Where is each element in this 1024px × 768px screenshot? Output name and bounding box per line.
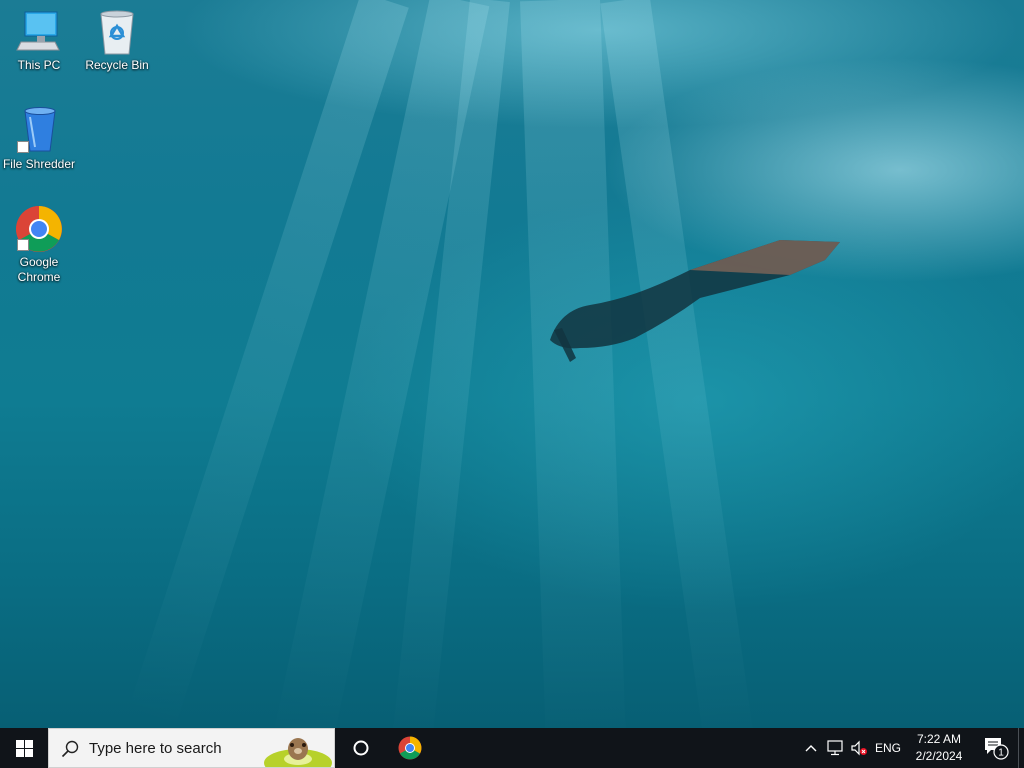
this-pc-icon <box>15 8 63 56</box>
desktop-icon-label: Recycle Bin <box>85 58 149 72</box>
tray-overflow-button[interactable] <box>800 728 822 768</box>
taskbar: Type here to search ENG 7:22 AM 2/2/2024… <box>0 728 1024 768</box>
desktop-icon-label: Google Chrome <box>17 255 61 284</box>
action-center-button[interactable]: 1 <box>976 728 1016 768</box>
chrome-icon <box>15 205 63 253</box>
network-icon <box>827 740 843 756</box>
desktop-icon-file-shredder[interactable]: File Shredder <box>1 107 77 172</box>
language-indicator[interactable]: ENG <box>872 728 904 768</box>
taskbar-search-box[interactable]: Type here to search <box>48 728 335 768</box>
desktop-icon-label: File Shredder <box>2 157 76 171</box>
windows-logo-icon <box>15 739 33 757</box>
shortcut-arrow-icon <box>17 141 29 153</box>
desktop-wallpaper: This PC Recycle Bin File Shredder Google… <box>0 0 1024 728</box>
notification-icon: 1 <box>985 738 1009 760</box>
shortcut-arrow-icon <box>17 239 29 251</box>
show-desktop-button[interactable] <box>1018 728 1024 768</box>
desktop-icon-this-pc[interactable]: This PC <box>1 8 77 73</box>
recycle-bin-icon <box>93 8 141 56</box>
desktop-icon-recycle-bin[interactable]: Recycle Bin <box>79 8 155 73</box>
chevron-up-icon <box>805 745 817 752</box>
language-label: ENG <box>874 741 901 755</box>
clock-time: 7:22 AM <box>916 732 962 746</box>
search-placeholder: Type here to search <box>89 740 222 757</box>
desktop-icon-label: This PC <box>17 58 61 72</box>
clock-date: 2/2/2024 <box>915 749 963 763</box>
volume-muted-icon <box>851 740 867 756</box>
volume-button[interactable] <box>848 728 870 768</box>
search-icon <box>61 740 79 758</box>
file-shredder-icon <box>15 107 63 155</box>
cortana-circle-icon <box>353 740 369 756</box>
taskbar-chrome-button[interactable] <box>386 728 434 768</box>
network-button[interactable] <box>824 728 846 768</box>
wallpaper-swimmer <box>550 240 840 362</box>
clock-button[interactable]: 7:22 AM 2/2/2024 <box>906 731 972 765</box>
notification-count: 1 <box>998 748 1004 759</box>
chrome-icon <box>398 736 422 760</box>
cortana-button[interactable] <box>338 728 384 768</box>
search-highlight-icon <box>264 738 332 767</box>
desktop-icon-google-chrome[interactable]: Google Chrome <box>1 205 77 285</box>
start-button[interactable] <box>0 728 48 768</box>
